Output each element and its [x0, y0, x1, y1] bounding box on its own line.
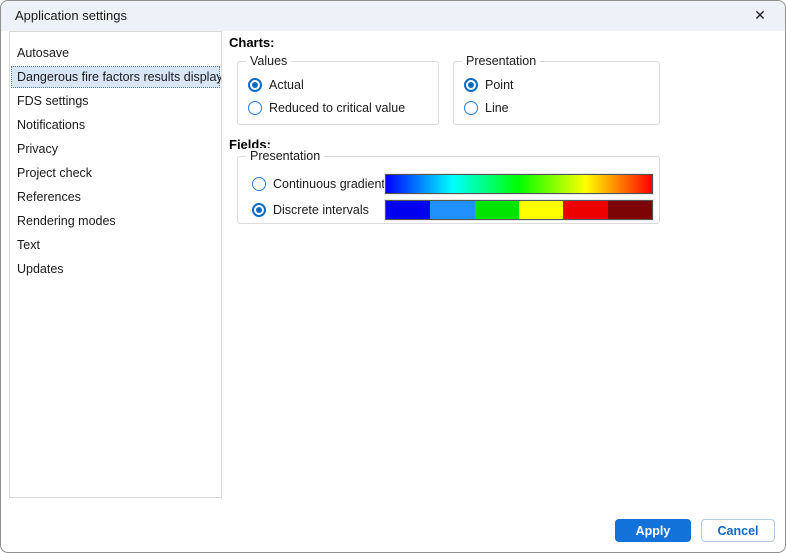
- chart-presentation-group-label: Presentation: [462, 53, 540, 69]
- radio-line-label: Line: [485, 101, 509, 115]
- sidebar-item-fds-settings[interactable]: FDS settings: [11, 90, 220, 112]
- fields-presentation-group-label: Presentation: [246, 148, 324, 164]
- charts-section-heading: Charts:: [229, 35, 275, 50]
- radio-button-icon[interactable]: [248, 101, 262, 115]
- interval-color-segment: [386, 201, 430, 219]
- dialog-title: Application settings: [15, 1, 127, 31]
- radio-point[interactable]: Point: [464, 75, 514, 95]
- apply-button[interactable]: Apply: [615, 519, 691, 542]
- radio-button-icon[interactable]: [464, 78, 478, 92]
- chart-presentation-groupbox: Presentation Point Line: [453, 61, 660, 125]
- radio-actual[interactable]: Actual: [248, 75, 304, 95]
- radio-continuous-gradient[interactable]: Continuous gradient: [252, 173, 651, 195]
- sidebar-item-text[interactable]: Text: [11, 234, 220, 256]
- titlebar: Application settings ✕: [1, 1, 785, 31]
- interval-color-segment: [430, 201, 474, 219]
- radio-button-icon[interactable]: [252, 177, 266, 191]
- interval-color-segment: [519, 201, 563, 219]
- radio-button-icon[interactable]: [248, 78, 262, 92]
- category-list: Autosave Dangerous fire factors results …: [10, 32, 221, 280]
- radio-button-icon[interactable]: [464, 101, 478, 115]
- interval-color-segment: [608, 201, 652, 219]
- sidebar-item-project-check[interactable]: Project check: [11, 162, 220, 184]
- radio-line[interactable]: Line: [464, 98, 509, 118]
- radio-reduced-to-critical-value[interactable]: Reduced to critical value: [248, 98, 405, 118]
- radio-point-label: Point: [485, 78, 514, 92]
- close-icon[interactable]: ✕: [741, 2, 779, 30]
- sidebar-item-privacy[interactable]: Privacy: [11, 138, 220, 160]
- interval-color-segment: [563, 201, 607, 219]
- values-groupbox: Values Actual Reduced to critical value: [237, 61, 439, 125]
- sidebar-item-dangerous-fire-factors[interactable]: Dangerous fire factors results display: [11, 66, 220, 88]
- discrete-intervals-bar: [385, 200, 653, 220]
- radio-discrete-intervals[interactable]: Discrete intervals: [252, 199, 651, 221]
- radio-actual-label: Actual: [269, 78, 304, 92]
- radio-discrete-intervals-label: Discrete intervals: [273, 203, 369, 217]
- sidebar-item-updates[interactable]: Updates: [11, 258, 220, 280]
- sidebar-item-references[interactable]: References: [11, 186, 220, 208]
- radio-continuous-gradient-label: Continuous gradient: [273, 177, 385, 191]
- sidebar-item-rendering-modes[interactable]: Rendering modes: [11, 210, 220, 232]
- sidebar-item-notifications[interactable]: Notifications: [11, 114, 220, 136]
- cancel-button[interactable]: Cancel: [701, 519, 775, 542]
- values-group-label: Values: [246, 53, 291, 69]
- settings-category-list: Autosave Dangerous fire factors results …: [9, 31, 222, 498]
- settings-panel: Charts: Values Actual Reduced to critica…: [229, 31, 779, 498]
- sidebar-item-autosave[interactable]: Autosave: [11, 42, 220, 64]
- radio-button-icon[interactable]: [252, 203, 266, 217]
- fields-presentation-groupbox: Presentation Continuous gradient Discret…: [237, 156, 660, 224]
- continuous-gradient-bar: [385, 174, 653, 194]
- application-settings-dialog: Application settings ✕ Autosave Dangerou…: [0, 0, 786, 553]
- interval-color-segment: [475, 201, 519, 219]
- radio-reduced-label: Reduced to critical value: [269, 101, 405, 115]
